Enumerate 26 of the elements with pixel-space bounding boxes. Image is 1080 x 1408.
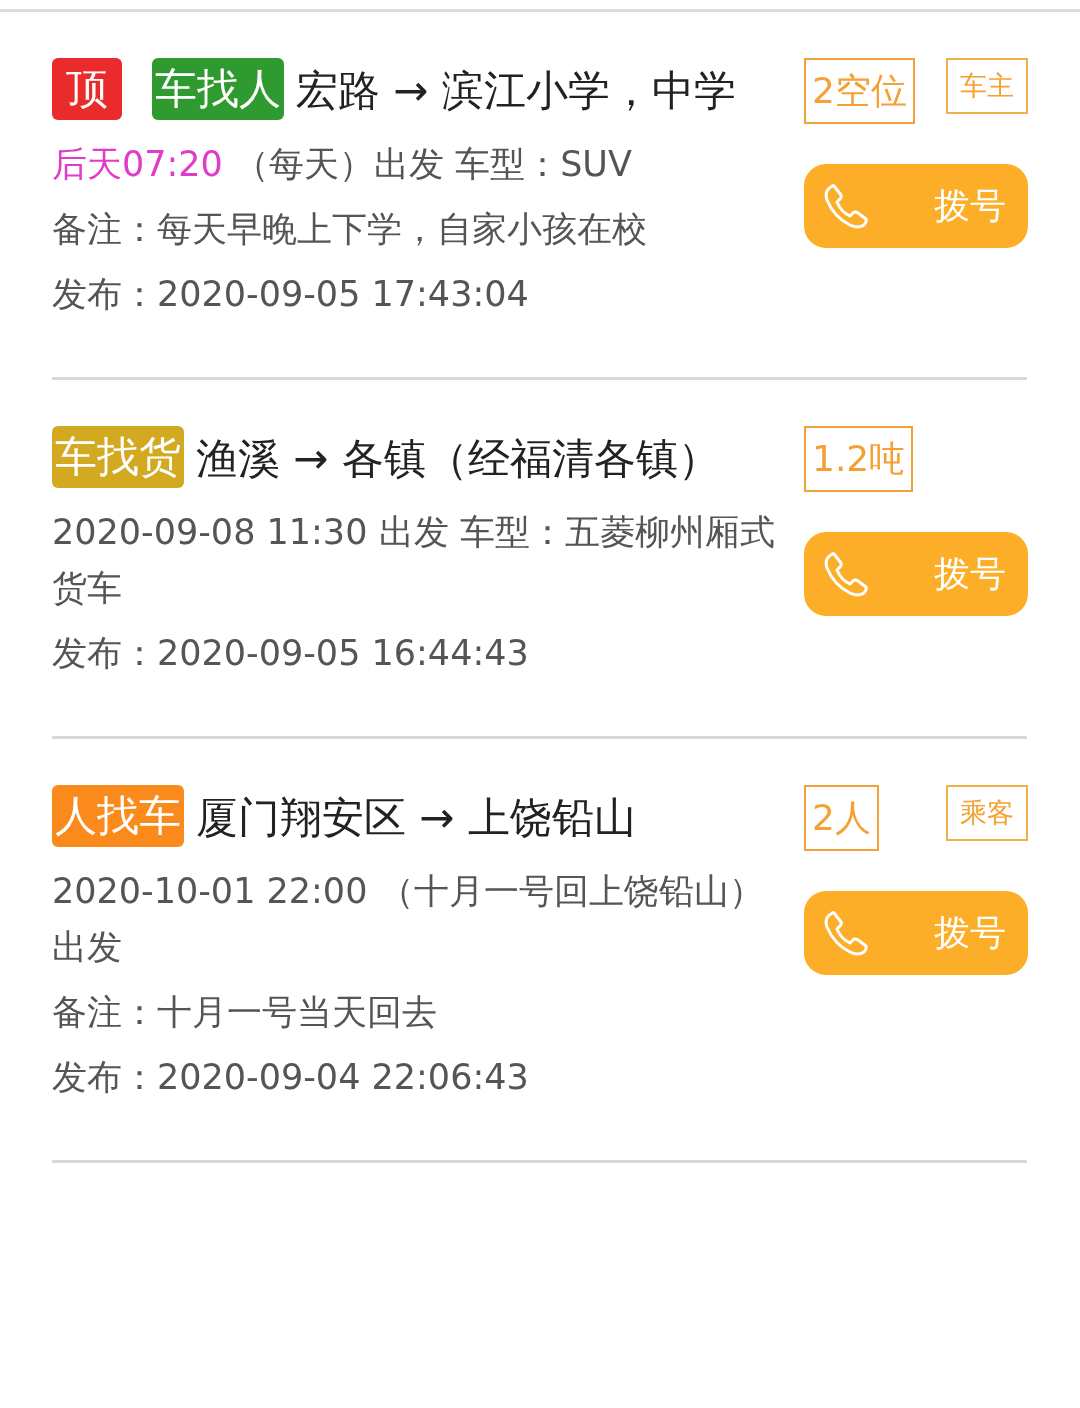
info-line: 发布：2020-09-04 22:06:43 [52,1056,530,1099]
capacity-badge: 1.2吨 [804,426,914,492]
phone-icon [822,550,870,598]
route-title: 厦门翔安区 → 上饶铅山 [196,793,636,842]
role-badge: 乘客 [946,785,1028,841]
dial-button[interactable]: 拨号 [804,532,1028,616]
category-tag: 人找车 [52,785,184,847]
category-tag: 车找人 [152,58,284,120]
role-badge: 车主 [946,58,1028,114]
info-line: 发布：2020-09-05 17:43:04 [52,273,530,316]
category-tag: 车找货 [52,426,184,488]
route-title: 渔溪 → 各镇（经福清各镇） [196,434,720,483]
route-title: 宏路 → 滨江小学，中学 [296,66,736,115]
dial-button[interactable]: 拨号 [804,164,1028,248]
capacity-badge: 2人 [804,785,879,851]
phone-icon [822,182,870,230]
info-line: 发布：2020-09-05 16:44:43 [52,632,530,675]
phone-icon [822,909,870,957]
info-line: 2020-10-01 22:00 （十月一号回上饶铅山）出发 [52,870,765,969]
pin-tag: 顶 [52,58,122,120]
departure-info: 后天07:20 （每天）出发 车型：SUV [52,143,633,186]
capacity-badge: 2空位 [804,58,915,124]
dial-button[interactable]: 拨号 [804,891,1028,975]
info-line: 备注：每天早晚上下学，自家小孩在校 [52,208,648,251]
info-line: 2020-09-08 11:30 出发 车型：五菱柳州厢式货车 [52,511,776,610]
info-line: 备注：十月一号当天回去 [52,991,438,1034]
